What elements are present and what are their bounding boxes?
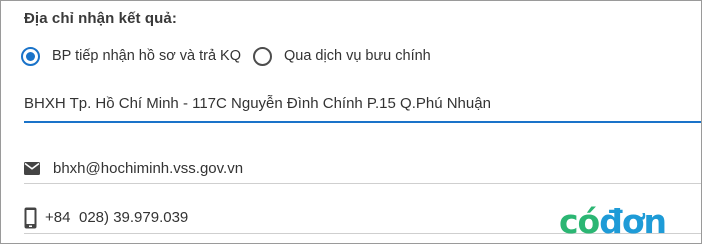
radio-office-pickup[interactable] xyxy=(21,46,40,66)
address-field-value: BHXH Tp. Hồ Chí Minh - 117C Nguyễn Đình … xyxy=(24,95,491,112)
watermark-logo-part1: có xyxy=(559,202,600,241)
mail-icon xyxy=(24,162,40,180)
phone-country-code: +84 xyxy=(45,209,71,226)
radio-office-pickup-label[interactable]: BP tiếp nhận hồ sơ và trả KQ xyxy=(52,48,241,64)
address-field[interactable]: BHXH Tp. Hồ Chí Minh - 117C Nguyễn Đình … xyxy=(24,93,701,123)
section-heading: Địa chỉ nhận kết quả: xyxy=(24,10,177,27)
smartphone-icon xyxy=(24,207,37,234)
phone-field-value: 028) 39.979.039 xyxy=(79,209,189,226)
watermark-logo-part2: đơn xyxy=(599,202,667,241)
radio-postal-service[interactable] xyxy=(253,46,272,66)
watermark-logo: cóđơn xyxy=(559,202,667,241)
radio-postal-service-label[interactable]: Qua dịch vụ bưu chính xyxy=(284,48,431,64)
receive-method-radio-group: BP tiếp nhận hồ sơ và trả KQ Qua dịch vụ… xyxy=(21,43,431,69)
email-field[interactable]: bhxh@hochiminh.vss.gov.vn xyxy=(24,155,701,184)
email-field-value: bhxh@hochiminh.vss.gov.vn xyxy=(53,160,244,177)
